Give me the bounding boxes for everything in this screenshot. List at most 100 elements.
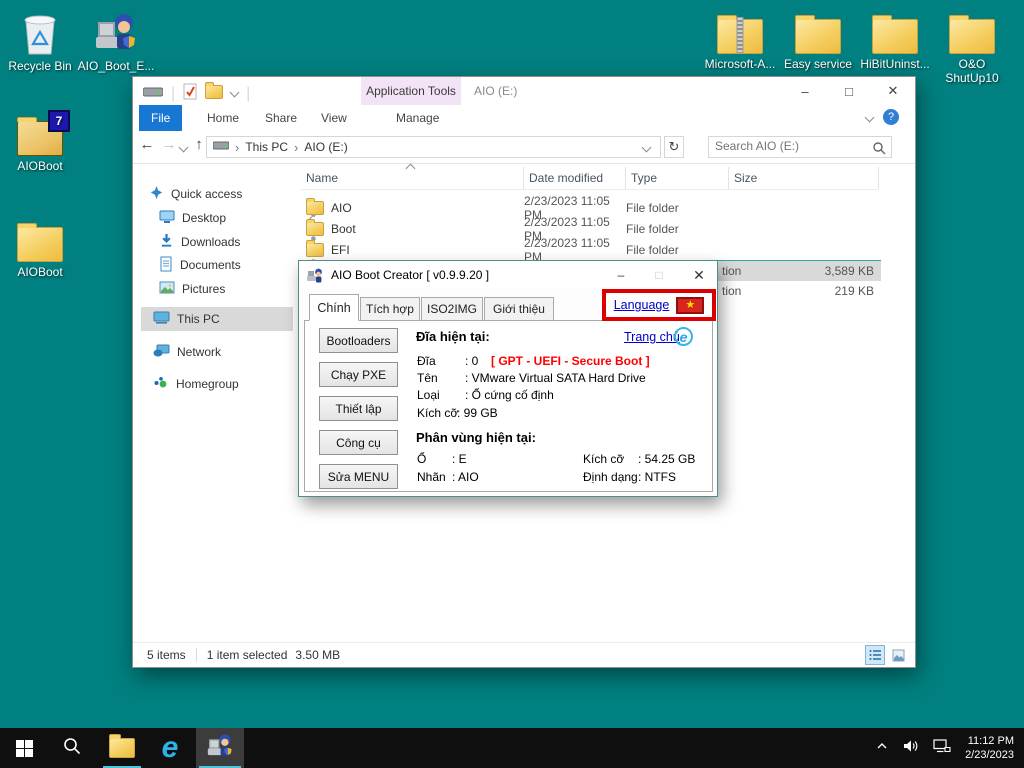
taskbar-aio-boot-button[interactable] xyxy=(196,728,244,768)
tab-tich-hop[interactable]: Tích hợp xyxy=(360,297,420,321)
taskbar-internet-explorer-button[interactable]: e xyxy=(146,728,194,768)
cong-cu-button[interactable]: Công cụ xyxy=(319,430,398,455)
tab-share[interactable]: Share xyxy=(253,105,309,131)
file-size: 219 KB xyxy=(834,284,874,298)
tab-file[interactable]: File xyxy=(139,105,183,131)
refresh-icon: ↻ xyxy=(668,139,680,154)
sidebar-item-desktop[interactable]: Desktop xyxy=(159,207,316,229)
desktop-icon-recycle-bin[interactable]: Recycle Bin xyxy=(0,6,80,73)
minimize-button[interactable]: – xyxy=(783,77,827,105)
ribbon-collapse-chevron-icon[interactable] xyxy=(864,112,875,123)
taskbar-file-explorer-button[interactable] xyxy=(98,728,146,768)
7zip-folder-icon: 7 xyxy=(0,106,80,156)
7zip-badge: 7 xyxy=(48,110,70,132)
forward-icon[interactable]: → xyxy=(159,136,179,153)
file-row-efi[interactable]: EFI 2/23/2023 11:05 PM File folder xyxy=(301,236,879,264)
recycle-bin-icon xyxy=(0,6,80,56)
sidebar-item-homegroup[interactable]: Homegroup xyxy=(153,373,239,395)
dialog-minimize-button[interactable]: – xyxy=(609,265,633,285)
help-icon[interactable]: ? xyxy=(883,109,899,125)
start-button[interactable] xyxy=(0,728,48,768)
tab-home[interactable]: Home xyxy=(195,105,251,131)
sidebar-item-documents[interactable]: Documents xyxy=(159,254,316,276)
sidebar-item-label: Desktop xyxy=(182,211,227,225)
contextual-tab-header: Application Tools xyxy=(361,77,461,105)
desktop-icon-hibituninstaller[interactable]: HiBitUninst... xyxy=(855,4,935,71)
sidebar-item-pictures[interactable]: Pictures xyxy=(159,278,316,300)
drive-icon xyxy=(142,85,164,103)
sidebar-item-network[interactable]: Network xyxy=(153,341,221,363)
sidebar-item-quick-access[interactable]: Quick access xyxy=(149,183,242,205)
folder-icon xyxy=(306,218,324,236)
desktop-icon-aioboot-archive[interactable]: 7 AIOBoot xyxy=(0,106,80,173)
tab-chinh[interactable]: Chính xyxy=(309,294,359,321)
thiet-lap-button[interactable]: Thiết lập xyxy=(319,396,398,421)
sidebar-item-this-pc[interactable]: This PC xyxy=(153,308,220,330)
address-bar[interactable]: › This PC › AIO (E:) xyxy=(206,136,661,158)
partition-value: : 54.25 GB xyxy=(638,452,696,466)
search-box[interactable] xyxy=(708,136,892,158)
search-icon xyxy=(63,737,81,760)
search-icon[interactable] xyxy=(872,141,886,160)
picture-icon xyxy=(159,281,175,298)
properties-check-icon[interactable] xyxy=(183,83,197,105)
disk-label: Tên xyxy=(417,371,438,385)
breadcrumb-current[interactable]: AIO (E:) xyxy=(304,140,347,154)
tab-manage[interactable]: Manage xyxy=(384,105,451,131)
search-input[interactable] xyxy=(709,137,865,155)
volume-icon[interactable] xyxy=(902,738,919,759)
taskbar-clock[interactable]: 11:12 PM 2/23/2023 xyxy=(965,734,1014,762)
chay-pxe-button[interactable]: Chạy PXE xyxy=(319,362,398,387)
refresh-button[interactable]: ↻ xyxy=(664,136,684,158)
window-title: AIO (E:) xyxy=(474,84,518,98)
selection-count: 1 item selected xyxy=(206,648,288,662)
home-page-link[interactable]: Trang chủ xyxy=(624,330,680,344)
maximize-button[interactable]: □ xyxy=(827,77,871,105)
minimize-icon: – xyxy=(617,268,625,282)
column-header-type[interactable]: Type xyxy=(626,167,729,189)
sidebar-item-downloads[interactable]: Downloads xyxy=(159,231,316,253)
sidebar-item-label: This PC xyxy=(177,312,220,326)
desktop-icon-label: AIOBoot xyxy=(17,159,63,173)
aio-app-icon xyxy=(206,732,234,765)
desktop-icon-aioboot-folder[interactable]: AIOBoot xyxy=(0,212,80,279)
column-header-size[interactable]: Size xyxy=(729,167,879,189)
vietnam-flag-icon[interactable]: ★ xyxy=(676,296,705,314)
bootloaders-button[interactable]: Bootloaders xyxy=(319,328,398,353)
desktop-icon-label: Easy service xyxy=(783,57,853,71)
internet-explorer-icon[interactable]: e xyxy=(674,327,693,346)
taskbar-search-button[interactable] xyxy=(48,728,96,768)
sidebar-item-label: Homegroup xyxy=(176,377,239,391)
dialog-titlebar[interactable]: AIO Boot Creator [ v0.9.9.20 ] – □ ✕ xyxy=(299,261,717,289)
dialog-close-button[interactable]: ✕ xyxy=(687,265,711,285)
sua-menu-button[interactable]: Sửa MENU xyxy=(319,464,398,489)
explorer-titlebar[interactable]: | | Application Tools AIO (E:) – □ ✕ xyxy=(133,77,915,105)
desktop: Recycle Bin AIO_Boot_E... 7 AIOBoot AIOB… xyxy=(0,0,1024,768)
back-icon[interactable]: ← xyxy=(137,136,157,153)
file-type: File folder xyxy=(626,200,679,215)
recent-locations-chevron-icon[interactable] xyxy=(178,142,189,153)
network-icon[interactable] xyxy=(933,738,951,759)
aio-app-icon xyxy=(76,6,156,56)
new-folder-icon[interactable] xyxy=(205,81,224,104)
breadcrumb-this-pc[interactable]: This PC xyxy=(245,140,288,154)
qat-customize-chevron-icon[interactable] xyxy=(229,87,240,98)
column-header-date-modified[interactable]: Date modified xyxy=(524,167,626,189)
desktop-icon-oo-shutup10[interactable]: O&O ShutUp10 xyxy=(932,4,1012,85)
desktop-icon-easy-service[interactable]: Easy service xyxy=(778,4,858,71)
details-view-toggle[interactable] xyxy=(865,645,885,665)
tab-gioi-thieu[interactable]: Giới thiệu xyxy=(484,297,554,321)
tab-view[interactable]: View xyxy=(309,105,359,131)
tray-chevron-up-icon[interactable] xyxy=(876,739,888,757)
file-name: AIO xyxy=(331,200,352,215)
desktop-icon-microsoft-activation[interactable]: Microsoft-A... xyxy=(700,4,780,71)
desktop-icon-label: HiBitUninst... xyxy=(860,57,930,71)
address-dropdown-chevron-icon[interactable] xyxy=(641,142,652,153)
clock-date: 2/23/2023 xyxy=(965,749,1014,761)
thumbnail-view-toggle[interactable] xyxy=(889,646,907,664)
dialog-maximize-button[interactable]: □ xyxy=(647,265,671,285)
language-link[interactable]: Language xyxy=(614,298,670,312)
tab-iso2img[interactable]: ISO2IMG xyxy=(421,297,483,321)
desktop-icon-aio-boot-extractor[interactable]: AIO_Boot_E... xyxy=(76,6,156,73)
close-button[interactable]: ✕ xyxy=(871,77,915,105)
